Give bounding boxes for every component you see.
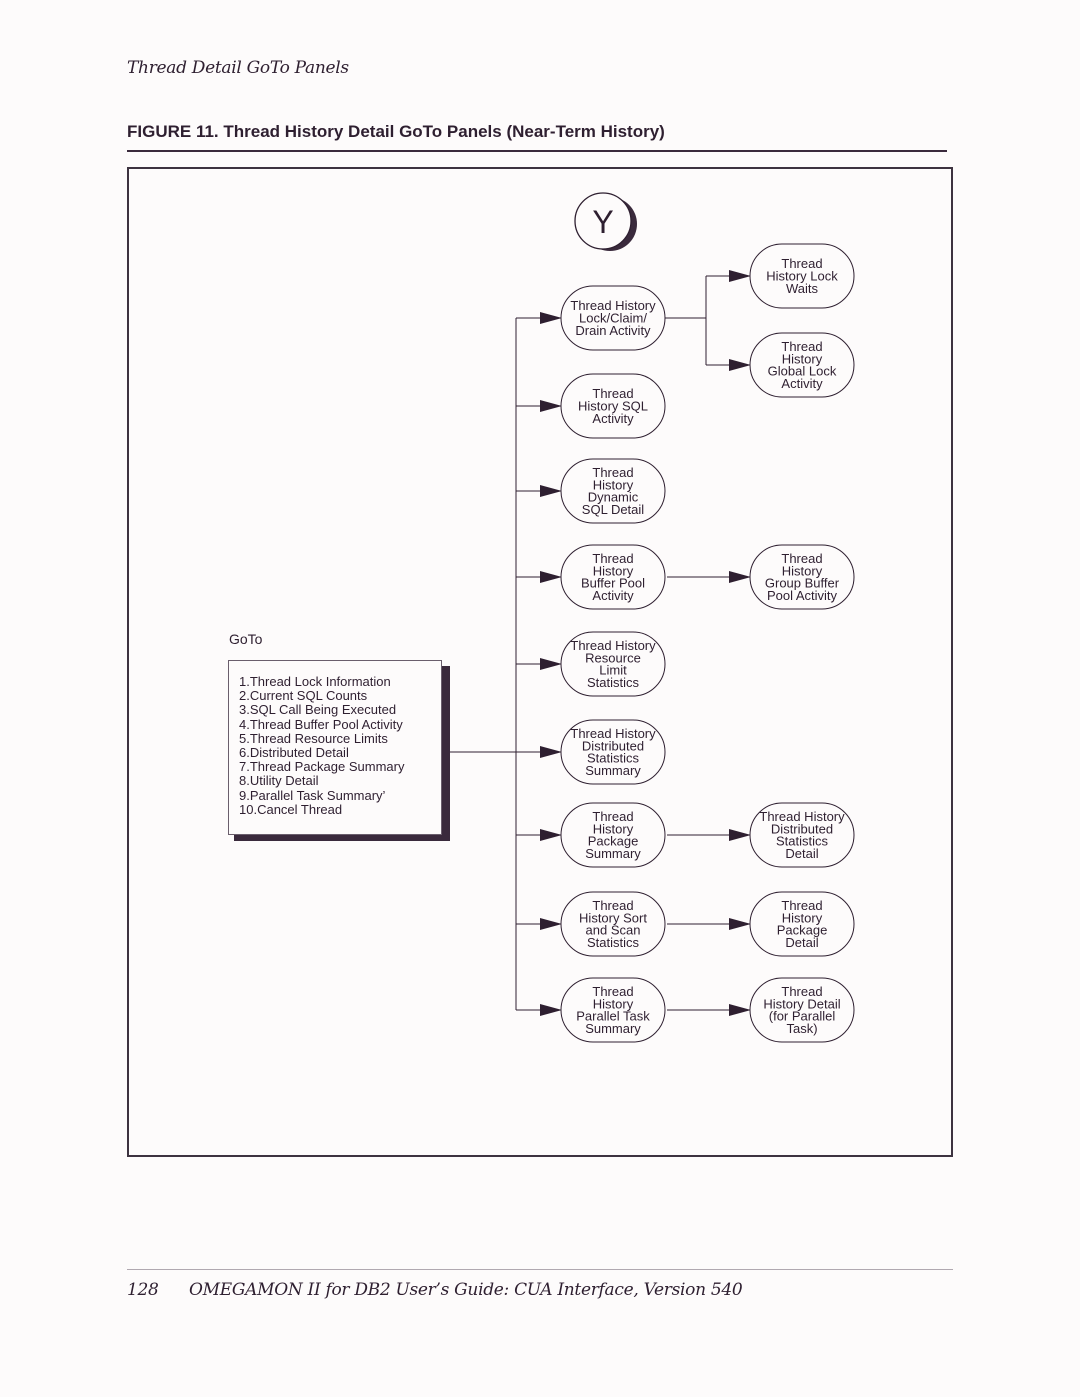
book-title: OMEGAMON II for DB2 User’s Guide: CUA In… [189, 1280, 743, 1300]
goto-menu-item-number: 10. [239, 801, 258, 817]
goto-flow-diagram: Y Thread HistoryLock/Claim/Drain Activit… [442, 192, 855, 1043]
goto-menu-item[interactable]: 5.Thread Resource Limits [239, 730, 441, 746]
panel-node-lock-claim-drain[interactable]: Thread HistoryLock/Claim/Drain Activity [560, 285, 666, 351]
goto-menu-item[interactable]: 1.Thread Lock Information [239, 674, 441, 689]
panel-node-distributed-detail[interactable]: Thread HistoryDistributedStatisticsDetai… [749, 802, 855, 868]
goto-menu-item[interactable]: 7.Thread Package Summary [239, 760, 441, 774]
panel-node-resource-limit[interactable]: Thread HistoryResourceLimitStatistics [560, 631, 666, 697]
start-node: Y [574, 192, 637, 251]
panel-node-package-detail[interactable]: ThreadHistoryPackageDetail [749, 891, 855, 957]
goto-menu-item-label: Parallel Task Summary’ [249, 787, 386, 803]
goto-menu-item-number: 9. [239, 787, 250, 803]
footer: 128 OMEGAMON II for DB2 User’s Guide: CUA… [127, 1280, 743, 1300]
panel-node-label-line: Summary [585, 846, 641, 861]
panel-node-parallel-detail[interactable]: ThreadHistory Detail(for ParallelTask) [749, 977, 855, 1043]
goto-menu-item-label: Thread Resource Limits [249, 730, 388, 746]
goto-menu-item-label: Thread Lock Information [249, 674, 391, 689]
panel-node-label-line: Activity [781, 376, 823, 391]
panel-node-label-line: Detail [785, 935, 818, 950]
goto-menu-item[interactable]: 4.Thread Buffer Pool Activity [239, 716, 441, 732]
footer-rule [127, 1269, 953, 1270]
goto-menu-item-number: 2. [239, 688, 250, 704]
panel-node-label-line: Summary [585, 763, 641, 778]
goto-menu-item-number: 1. [239, 674, 250, 689]
panel-node-package-summary[interactable]: ThreadHistoryPackageSummary [560, 802, 666, 868]
panel-node-lock-waits[interactable]: ThreadHistory LockWaits [749, 243, 855, 309]
panel-node-label-line: Activity [592, 411, 634, 426]
panel-node-label-line: Drain Activity [575, 323, 651, 338]
panel-node-distributed-summary[interactable]: Thread HistoryDistributedStatisticsSumma… [560, 719, 666, 785]
panel-node-dynamic-sql[interactable]: ThreadHistoryDynamicSQL Detail [560, 458, 666, 524]
panel-node-label-line: Summary [585, 1021, 641, 1036]
goto-menu-item-number: 7. [239, 759, 250, 775]
panel-node-group-buffer-pool[interactable]: ThreadHistoryGroup BufferPool Activity [749, 544, 855, 610]
goto-menu-item-label: SQL Call Being Executed [249, 702, 397, 718]
panel-node-label-line: Statistics [587, 675, 640, 690]
goto-menu-item-label: Cancel Thread [257, 801, 343, 817]
panel-node-parallel-task-summary[interactable]: ThreadHistoryParallel TaskSummary [560, 977, 666, 1043]
panel-node-global-lock[interactable]: ThreadHistoryGlobal LockActivity [749, 332, 855, 398]
goto-menu-item[interactable]: 10.Cancel Thread [239, 801, 441, 817]
panel-node-label-line: Task) [786, 1021, 817, 1036]
goto-menu-item[interactable]: 6.Distributed Detail [239, 745, 441, 761]
panel-node-label-line: Detail [785, 846, 818, 861]
goto-menu-title: GoTo [229, 631, 263, 647]
goto-menu-item[interactable]: 2.Current SQL Counts [239, 689, 441, 703]
goto-menu-item[interactable]: 8.Utility Detail [239, 774, 441, 788]
goto-menu-item-label: Thread Buffer Pool Activity [249, 716, 403, 732]
goto-menu-item-number: 4. [239, 716, 250, 732]
start-node-label: Y [592, 204, 613, 240]
goto-menu-item-number: 6. [239, 745, 250, 761]
panel-node-buffer-pool[interactable]: ThreadHistoryBuffer PoolActivity [560, 544, 666, 610]
goto-menu-item-label: Thread Package Summary [249, 759, 405, 775]
goto-menu-item[interactable]: 9.Parallel Task Summary’ [239, 787, 441, 803]
panel-node-label-line: Pool Activity [767, 588, 838, 603]
panel-node-label-line: Waits [786, 281, 819, 296]
panel-node-label-line: Statistics [587, 935, 640, 950]
panel-node-sort-scan[interactable]: ThreadHistory Sortand ScanStatistics [560, 891, 666, 957]
goto-menu-item[interactable]: 3.SQL Call Being Executed [239, 703, 441, 717]
goto-menu-item-label: Current SQL Counts [249, 688, 368, 704]
goto-menu-item-label: Distributed Detail [249, 745, 349, 761]
page-number: 128 [127, 1280, 159, 1300]
goto-menu-item-number: 5. [239, 730, 250, 746]
panel-node-sql-activity[interactable]: ThreadHistory SQLActivity [560, 373, 666, 439]
goto-menu: 1.Thread Lock Information 2.Current SQL C… [228, 660, 442, 835]
panel-node-label-line: SQL Detail [582, 502, 644, 517]
goto-menu-item-number: 8. [239, 773, 250, 789]
panel-node-label-line: Activity [592, 588, 634, 603]
goto-menu-item-label: Utility Detail [249, 773, 319, 789]
goto-menu-item-number: 3. [239, 702, 250, 718]
